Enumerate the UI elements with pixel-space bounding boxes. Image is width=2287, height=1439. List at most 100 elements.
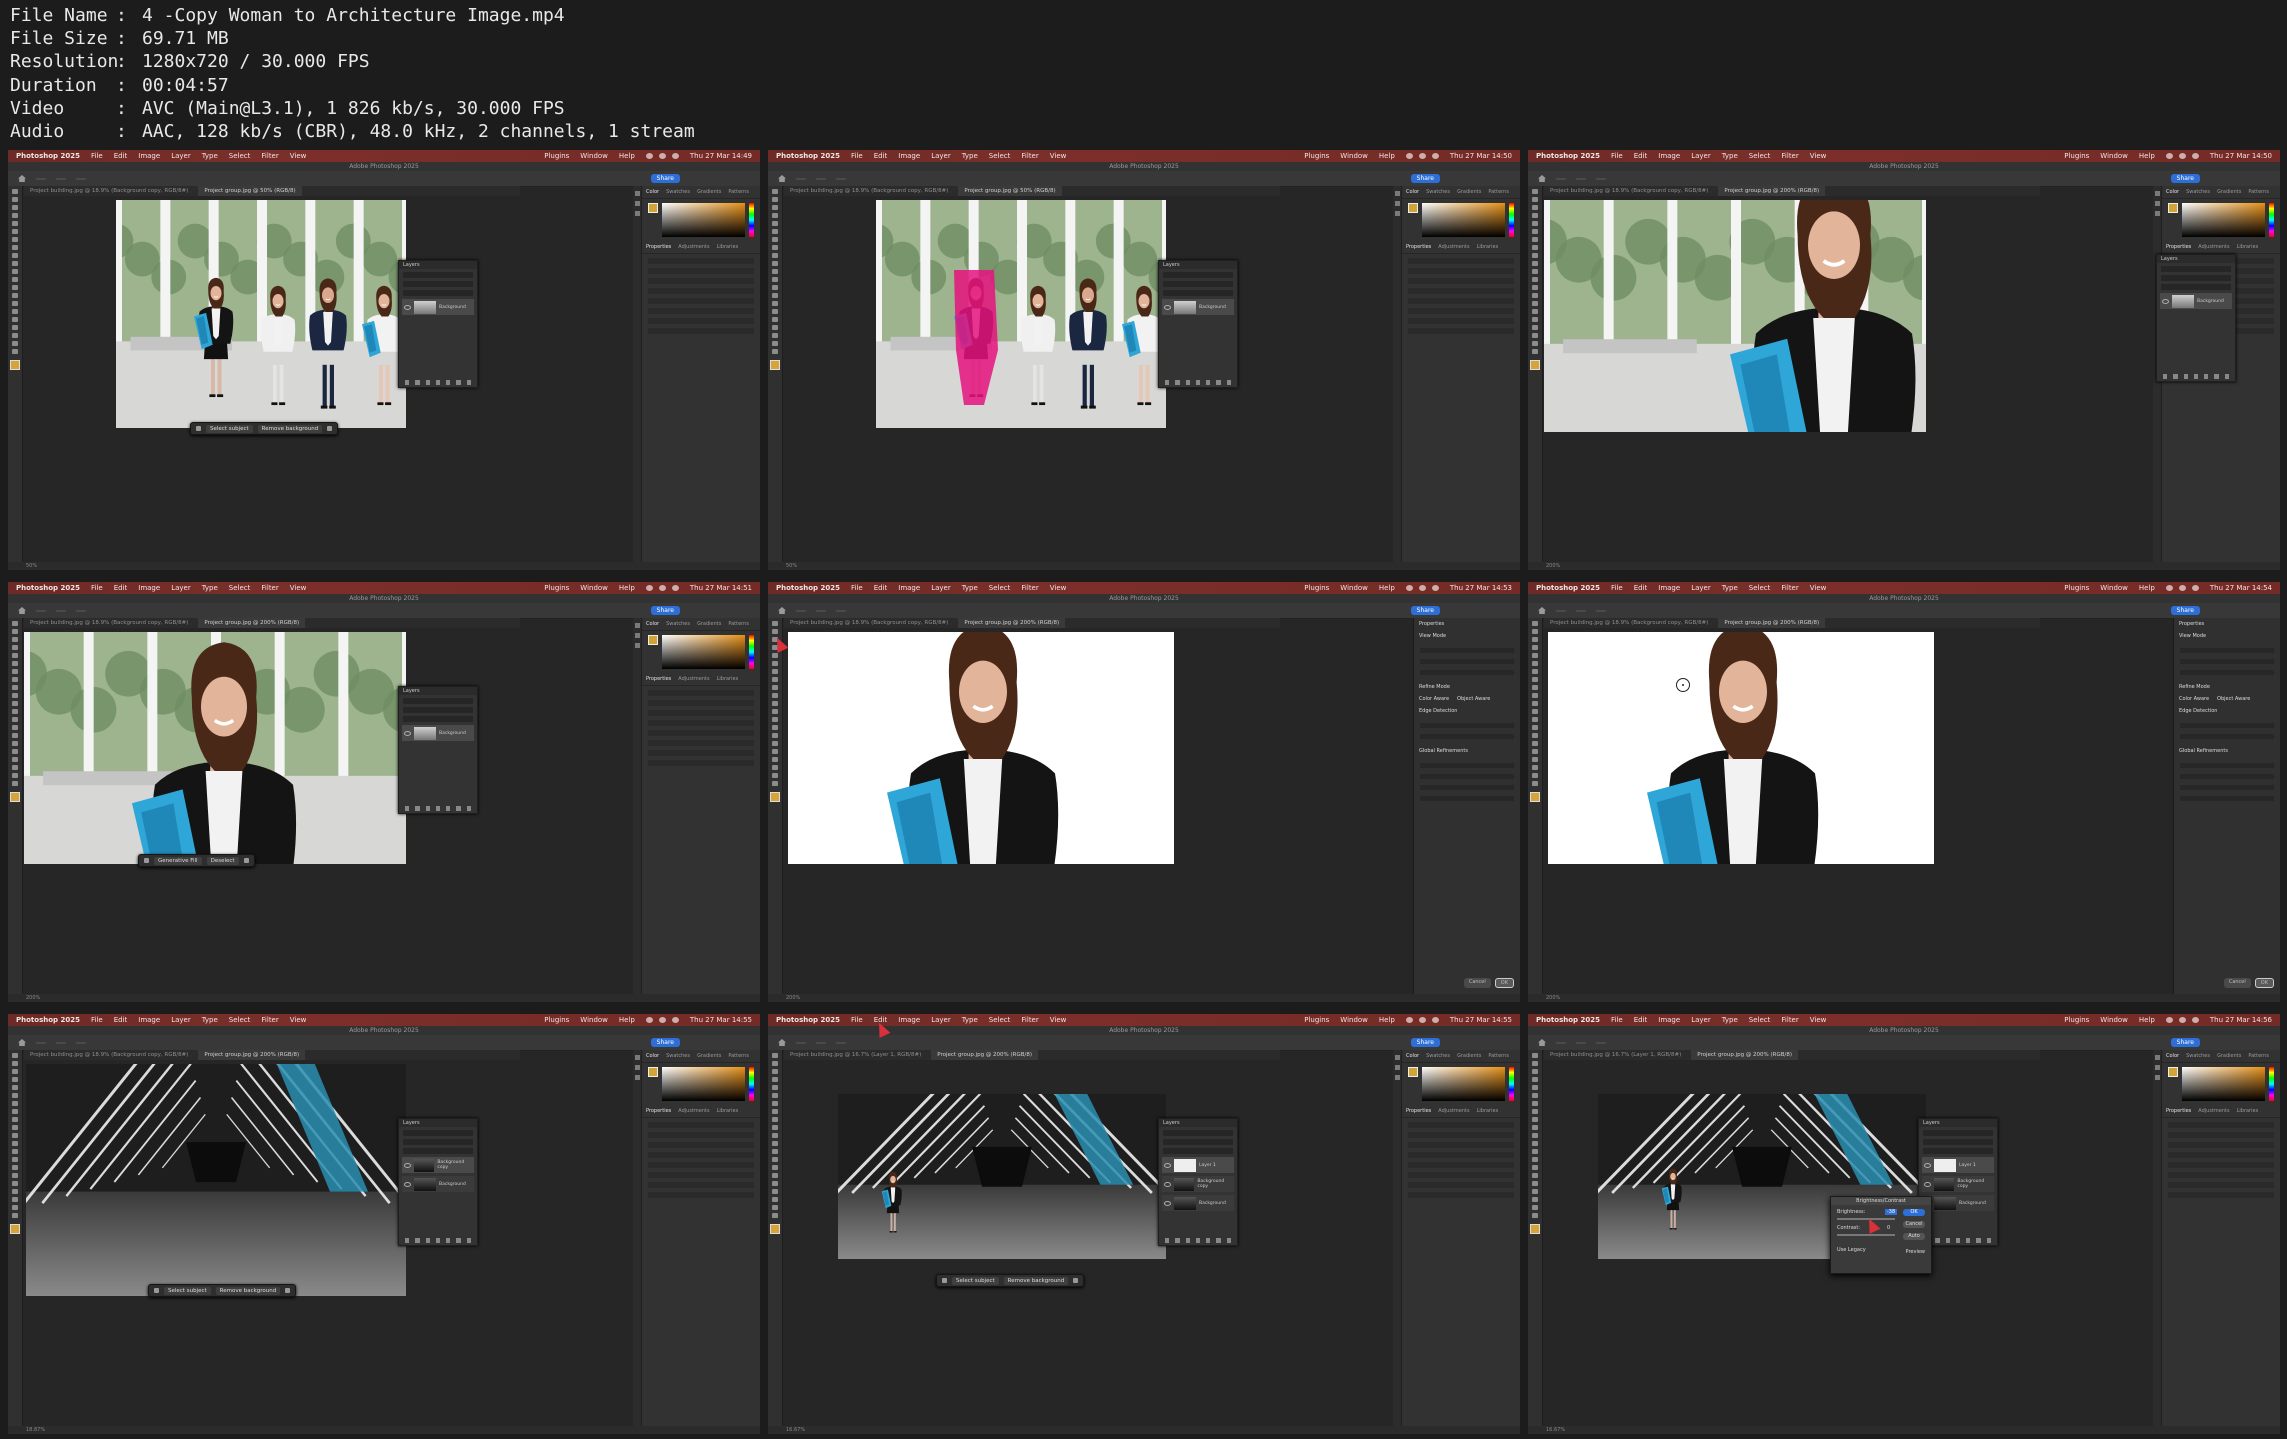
new-layer-icon[interactable] xyxy=(456,806,461,811)
tab-libraries[interactable]: Libraries xyxy=(717,244,739,250)
tool-option[interactable] xyxy=(796,1041,806,1044)
hand-tool-icon[interactable] xyxy=(772,773,778,778)
lock-controls[interactable] xyxy=(403,1148,473,1154)
layer-filter[interactable] xyxy=(403,1130,473,1136)
lock-controls[interactable] xyxy=(1923,1148,1993,1154)
move-tool-icon[interactable] xyxy=(12,1053,18,1058)
marquee-tool-icon[interactable] xyxy=(772,197,778,202)
layer-filter[interactable] xyxy=(1163,1130,1233,1136)
layer-name[interactable]: Background copy xyxy=(437,1160,474,1170)
visibility-eye-icon[interactable] xyxy=(1924,1181,1931,1187)
home-icon[interactable] xyxy=(1538,175,1546,182)
menu-view[interactable]: View xyxy=(1810,584,1827,592)
visibility-eye-icon[interactable] xyxy=(404,1181,411,1187)
path-select-icon[interactable] xyxy=(1532,325,1538,330)
blur-tool-icon[interactable] xyxy=(1532,725,1538,730)
menu-filter[interactable]: Filter xyxy=(1781,1016,1798,1024)
history-brush-icon[interactable] xyxy=(772,701,778,706)
lock-controls[interactable] xyxy=(2161,284,2231,290)
lock-controls[interactable] xyxy=(403,290,473,296)
menu-layer[interactable]: Layer xyxy=(1691,1016,1711,1024)
document-tab[interactable]: Project building.jpg @ 18.9% (Background… xyxy=(784,186,954,196)
contextual-action-button[interactable]: Select subject xyxy=(164,1286,211,1295)
contrast-value[interactable]: 0 xyxy=(1887,1225,1890,1231)
menu-image[interactable]: Image xyxy=(1658,1016,1680,1024)
menu-type[interactable]: Type xyxy=(202,1016,218,1024)
menu-type[interactable]: Type xyxy=(202,152,218,160)
layer-name[interactable]: Background xyxy=(1959,1201,1986,1206)
visibility-eye-icon[interactable] xyxy=(2162,298,2169,304)
share-button[interactable]: Share xyxy=(2170,1038,2200,1047)
dodge-tool-icon[interactable] xyxy=(1532,733,1538,738)
ok-button[interactable]: OK xyxy=(1903,1209,1925,1216)
eraser-tool-icon[interactable] xyxy=(772,709,778,714)
marquee-tool-icon[interactable] xyxy=(12,629,18,634)
menu-view[interactable]: View xyxy=(290,584,307,592)
menu-file[interactable]: File xyxy=(91,1016,103,1024)
contextual-action-button[interactable]: Remove background xyxy=(257,424,323,433)
marquee-tool-icon[interactable] xyxy=(772,1061,778,1066)
zoom-level[interactable]: 18.87% xyxy=(26,1427,45,1433)
layer-row[interactable]: Background xyxy=(402,1176,474,1192)
menu-select[interactable]: Select xyxy=(229,1016,251,1024)
actions-icon[interactable] xyxy=(635,201,640,206)
tab-patterns[interactable]: Patterns xyxy=(1488,1053,1509,1059)
marquee-tool-icon[interactable] xyxy=(772,629,778,634)
zoom-level[interactable]: 200% xyxy=(1546,995,1560,1001)
layer-row[interactable]: Background copy xyxy=(1162,1176,1234,1192)
healing-tool-icon[interactable] xyxy=(1532,245,1538,250)
menu-layer[interactable]: Layer xyxy=(931,152,951,160)
tab-adjustments[interactable]: Adjustments xyxy=(678,1108,709,1114)
tool-option[interactable] xyxy=(56,609,66,612)
mask-icon[interactable] xyxy=(1185,1238,1190,1243)
eyedropper-tool-icon[interactable] xyxy=(12,1101,18,1106)
folder-icon[interactable] xyxy=(1966,1238,1971,1243)
frame-tool-icon[interactable] xyxy=(12,661,18,666)
layer-name[interactable]: Background xyxy=(439,1182,466,1187)
frame-tool-icon[interactable] xyxy=(1532,1093,1538,1098)
menu-filter[interactable]: Filter xyxy=(261,152,278,160)
gradient-tool-icon[interactable] xyxy=(772,285,778,290)
pen-tool-icon[interactable] xyxy=(1532,741,1538,746)
menu-help[interactable]: Help xyxy=(619,584,635,592)
menu-file[interactable]: File xyxy=(1611,1016,1623,1024)
tab-color[interactable]: Color xyxy=(1406,189,1419,195)
hand-tool-icon[interactable] xyxy=(12,341,18,346)
history-icon[interactable] xyxy=(635,1055,640,1060)
menu-file[interactable]: File xyxy=(851,152,863,160)
type-tool-icon[interactable] xyxy=(772,317,778,322)
share-button[interactable]: Share xyxy=(650,606,680,615)
crop-tool-icon[interactable] xyxy=(12,653,18,658)
blend-mode-select[interactable] xyxy=(1923,1139,1993,1145)
dodge-tool-icon[interactable] xyxy=(12,733,18,738)
path-select-icon[interactable] xyxy=(1532,1189,1538,1194)
menu-window[interactable]: Window xyxy=(580,1016,608,1024)
adjustment-icon[interactable] xyxy=(435,380,441,385)
stamp-tool-icon[interactable] xyxy=(1532,261,1538,266)
tab-adjustments[interactable]: Adjustments xyxy=(1438,244,1469,250)
tab-libraries[interactable]: Libraries xyxy=(2237,1108,2259,1114)
menu-layer[interactable]: Layer xyxy=(931,584,951,592)
dodge-tool-icon[interactable] xyxy=(12,301,18,306)
path-select-icon[interactable] xyxy=(1532,757,1538,762)
preview-checkbox[interactable]: Preview xyxy=(1906,1249,1925,1255)
tab-properties[interactable]: Properties xyxy=(2166,244,2191,250)
mask-icon[interactable] xyxy=(2183,374,2188,379)
type-tool-icon[interactable] xyxy=(1532,1181,1538,1186)
menu-help[interactable]: Help xyxy=(619,152,635,160)
color-field[interactable] xyxy=(1422,203,1505,237)
pen-tool-icon[interactable] xyxy=(12,309,18,314)
drag-handle-icon[interactable] xyxy=(942,1278,947,1283)
cancel-button[interactable]: Cancel xyxy=(2223,978,2251,988)
pen-tool-icon[interactable] xyxy=(772,309,778,314)
link-icon[interactable] xyxy=(405,380,410,385)
document-tab-active[interactable]: Project group.jpg @ 200% (RGB/8) xyxy=(1691,1050,1799,1060)
document-canvas[interactable] xyxy=(838,1094,1166,1259)
type-tool-icon[interactable] xyxy=(12,317,18,322)
move-tool-icon[interactable] xyxy=(12,189,18,194)
tab-gradients[interactable]: Gradients xyxy=(697,1053,721,1059)
shape-tool-icon[interactable] xyxy=(772,333,778,338)
object-select-tool-icon[interactable] xyxy=(12,645,18,650)
brush-settings-icon[interactable] xyxy=(2155,1075,2160,1080)
contrast-slider[interactable] xyxy=(1837,1234,1895,1236)
